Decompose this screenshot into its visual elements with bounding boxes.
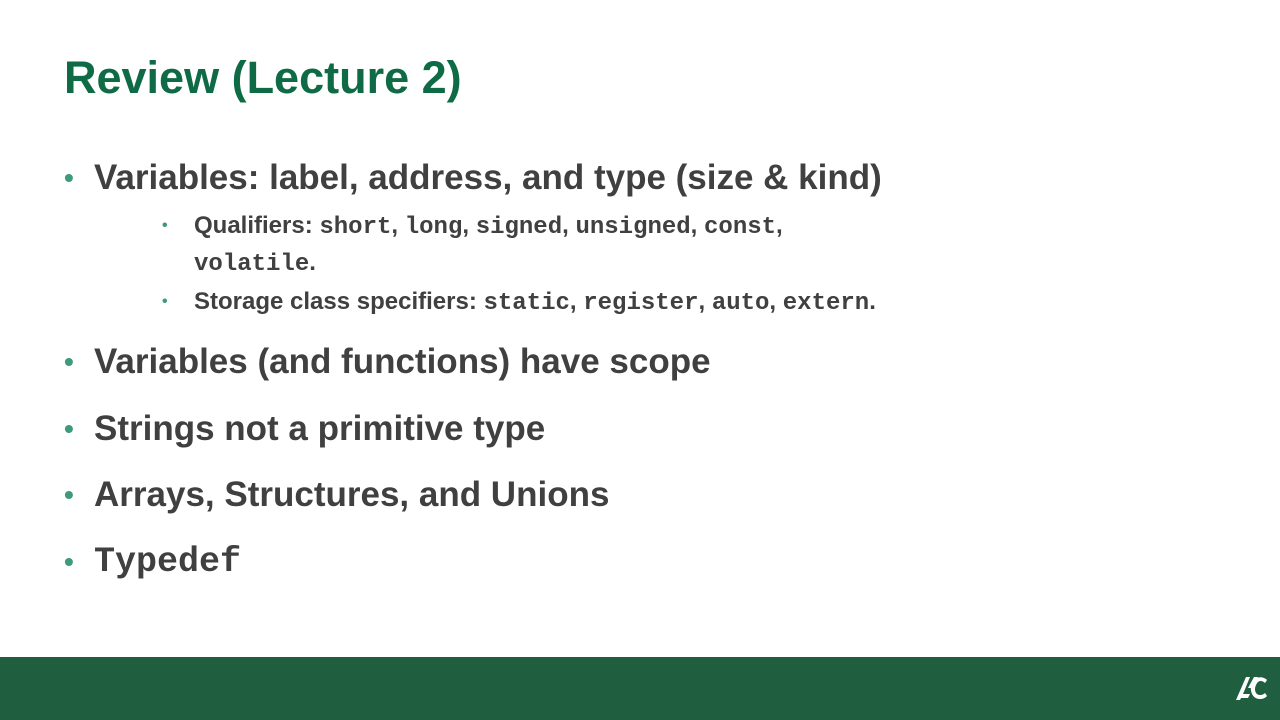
- bullet-dot-icon: •: [64, 162, 74, 193]
- slide-title: Review (Lecture 2): [64, 52, 462, 103]
- qualifiers-label: Qualifiers:: [194, 212, 320, 239]
- bullet-text: Strings not a primitive type: [94, 409, 546, 448]
- separator: ,: [391, 212, 405, 239]
- keyword-extern: extern: [782, 290, 870, 317]
- bullet-text: Arrays, Structures, and Unions: [94, 475, 610, 514]
- bullet-dot-icon: •: [64, 546, 74, 577]
- sub-bullet-text: Qualifiers: short, long, signed, unsigne…: [194, 208, 783, 282]
- bullet-dot-icon: •: [64, 413, 74, 444]
- keyword-short: short: [319, 214, 392, 241]
- bullet-text: Variables: label, address, and type (siz…: [94, 158, 882, 197]
- keyword-register: register: [583, 290, 699, 317]
- ac-logo-icon: [1236, 677, 1267, 700]
- period: .: [309, 249, 316, 276]
- separator: ,: [562, 212, 576, 239]
- period: .: [869, 288, 876, 315]
- separator: ,: [690, 212, 705, 239]
- keyword-static: static: [483, 290, 570, 317]
- separator: ,: [462, 212, 476, 239]
- bullet-dot-icon: •: [64, 346, 74, 377]
- separator: ,: [698, 288, 712, 315]
- keyword-auto: auto: [711, 290, 770, 317]
- separator: ,: [569, 288, 584, 315]
- footer-bar: [0, 657, 1280, 720]
- separator: ,: [776, 212, 783, 239]
- storage-label: Storage class specifiers:: [194, 288, 484, 315]
- sub-bullet-text: Storage class specifiers: static, regist…: [194, 284, 876, 321]
- keyword-const: const: [704, 214, 777, 241]
- sub-bullet-dot-icon: •: [162, 217, 168, 234]
- bullet-text-typedef: Typedef: [94, 542, 242, 582]
- keyword-signed: signed: [475, 214, 563, 241]
- bullet-dot-icon: •: [64, 479, 74, 510]
- keyword-unsigned: unsigned: [575, 214, 691, 241]
- slide: Review (Lecture 2) • Variables: label, a…: [0, 0, 1280, 720]
- keyword-volatile: volatile: [194, 251, 310, 278]
- separator: ,: [769, 288, 783, 315]
- keyword-long: long: [404, 214, 463, 241]
- sub-bullet-dot-icon: •: [162, 293, 168, 310]
- bullet-text: Variables (and functions) have scope: [94, 342, 711, 381]
